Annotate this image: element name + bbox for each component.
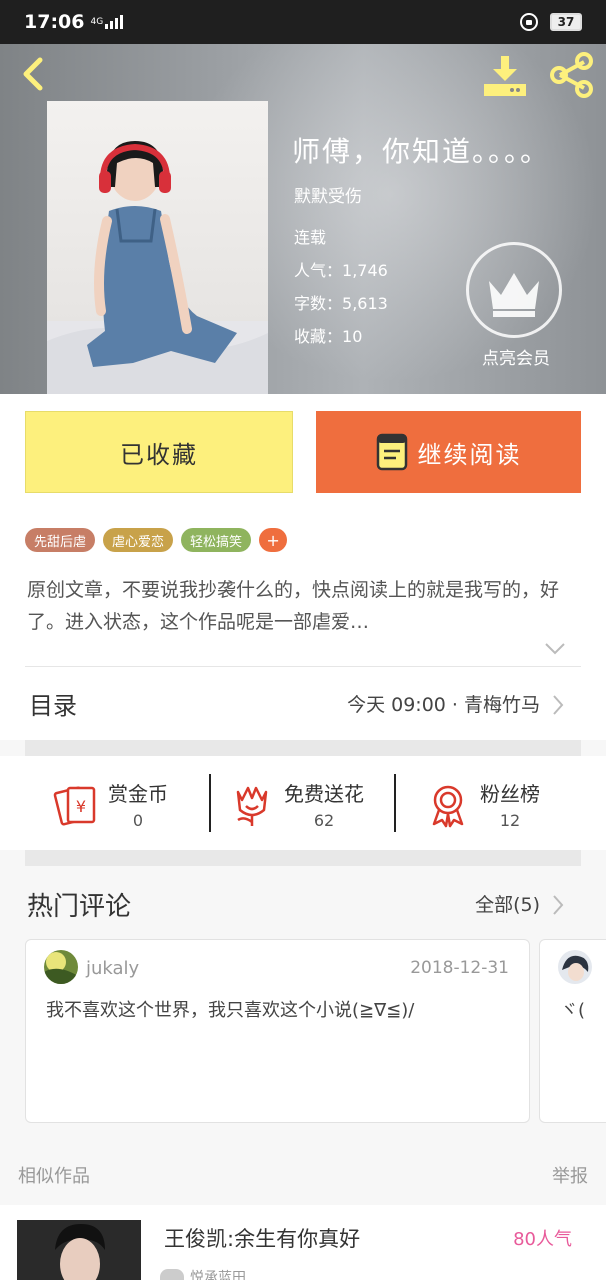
book-word-count: 字数：5,613 <box>294 294 388 313</box>
book-detail-page: 17:06 4G 37 师傅，你知道。。。。 默默受伤 连载 人气：1,746 … <box>0 0 606 1280</box>
cover-illustration <box>47 141 268 394</box>
status-time: 17:06 <box>24 11 85 33</box>
comment-card[interactable]: ヾ( <box>539 939 606 1123</box>
stat-label: 粉丝榜 <box>480 782 540 806</box>
section-gap <box>25 850 581 866</box>
book-header: 师傅，你知道。。。。 默默受伤 连载 人气：1,746 字数：5,613 收藏：… <box>0 44 606 394</box>
popularity-value: 1,746 <box>342 261 388 280</box>
word-count-value: 5,613 <box>342 294 388 313</box>
tag-item[interactable]: 轻松搞笑 <box>181 528 252 552</box>
chevron-down-icon[interactable] <box>544 642 566 656</box>
stat-value: 62 <box>313 811 335 830</box>
tag-list: 先甜后虐 虐心爱恋 轻松搞笑 + <box>25 528 288 552</box>
book-favorites: 收藏：10 <box>294 327 363 346</box>
recommendation-thumbnail[interactable] <box>17 1220 141 1280</box>
crown-icon <box>489 273 539 317</box>
book-icon <box>376 433 407 471</box>
stat-value: 0 <box>132 811 144 830</box>
share-icon[interactable] <box>548 52 596 98</box>
back-icon[interactable] <box>14 54 54 94</box>
author-avatar <box>160 1269 184 1280</box>
recommendation-author: 悦承蓝田 <box>160 1267 246 1280</box>
stat-gold-coins[interactable]: ¥ 赏金币 0 <box>52 774 168 834</box>
book-info: 先甜后虐 虐心爱恋 轻松搞笑 + 原创文章，不要说我抄袭什么的，快点阅读上的就是… <box>0 514 606 740</box>
recommendation-popularity: 80人气 <box>513 1229 572 1250</box>
divider <box>394 774 396 832</box>
vip-label[interactable]: 点亮会员 <box>476 344 556 369</box>
add-tag-button[interactable]: + <box>259 528 288 552</box>
vip-crown-button[interactable] <box>466 242 562 338</box>
section-title: 热门评论 <box>27 892 132 922</box>
stat-label: 免费送花 <box>284 782 364 806</box>
action-bar: 已收藏 继续阅读 <box>0 394 606 514</box>
stat-value: 12 <box>499 811 521 830</box>
favorites-value: 10 <box>342 327 363 346</box>
svg-text:¥: ¥ <box>76 797 86 816</box>
book-cover[interactable] <box>47 101 268 394</box>
medal-icon <box>432 785 464 828</box>
avatar[interactable] <box>558 950 592 984</box>
comment-username[interactable]: jukaly <box>86 958 139 979</box>
continue-reading-button[interactable]: 继续阅读 <box>316 411 581 493</box>
book-description[interactable]: 原创文章，不要说我抄袭什么的，快点阅读上的就是我写的，好了。进入状态，这个作品呢… <box>27 574 579 638</box>
divider <box>25 666 581 667</box>
chevron-right-icon[interactable] <box>552 894 564 916</box>
battery-indicator: 37 <box>550 13 582 31</box>
tag-item[interactable]: 先甜后虐 <box>25 528 96 552</box>
tag-item[interactable]: 虐心爱恋 <box>103 528 174 552</box>
stat-fan-ranking[interactable]: 粉丝榜 12 <box>424 774 540 834</box>
signal-icon <box>105 15 124 29</box>
favorited-button[interactable]: 已收藏 <box>25 411 293 493</box>
all-comments-link[interactable]: 全部(5) <box>475 890 540 917</box>
chevron-right-icon[interactable] <box>552 694 564 716</box>
comment-text: ヾ( <box>560 1000 586 1021</box>
reward-stats: ¥ 赏金币 0 免费送花 62 粉丝榜 12 <box>0 756 606 850</box>
status-bar: 17:06 4G 37 <box>0 0 606 44</box>
download-icon[interactable] <box>482 52 528 98</box>
recommendation-item[interactable]: 王俊凯:余生有你真好 80人气 悦承蓝田 <box>0 1205 606 1280</box>
book-title: 师傅，你知道。。。。 <box>292 135 551 168</box>
section-gap <box>25 740 581 756</box>
stat-free-flowers[interactable]: 免费送花 62 <box>228 774 364 834</box>
similar-works-label: 相似作品 <box>18 1166 90 1187</box>
red-envelope-icon: ¥ <box>53 786 96 826</box>
book-status: 连载 <box>294 228 327 247</box>
divider <box>209 774 211 832</box>
stat-label: 赏金币 <box>108 782 168 806</box>
flower-icon <box>236 786 268 826</box>
comment-text: 我不喜欢这个世界，我只喜欢这个小说(≧∇≦)/ <box>46 1000 415 1021</box>
rotation-lock-icon <box>520 13 538 31</box>
network-type: 4G <box>90 16 104 27</box>
report-link[interactable]: 举报 <box>552 1162 588 1188</box>
avatar[interactable] <box>44 950 78 984</box>
hot-comments-section: 热门评论 全部(5) jukaly 2018-12-31 我不喜欢这个世界，我只… <box>0 866 606 1154</box>
toc-latest-chapter[interactable]: 今天 09:00 · 青梅竹马 <box>347 690 540 717</box>
continue-reading-label: 继续阅读 <box>417 440 522 469</box>
comment-card[interactable]: jukaly 2018-12-31 我不喜欢这个世界，我只喜欢这个小说(≧∇≦)… <box>25 939 530 1123</box>
book-author[interactable]: 默默受伤 <box>294 182 362 207</box>
comment-date: 2018-12-31 <box>410 958 509 978</box>
recommendation-title[interactable]: 王俊凯:余生有你真好 <box>164 1223 360 1253</box>
toc-label[interactable]: 目录 <box>29 686 77 721</box>
book-popularity: 人气：1,746 <box>294 261 388 280</box>
